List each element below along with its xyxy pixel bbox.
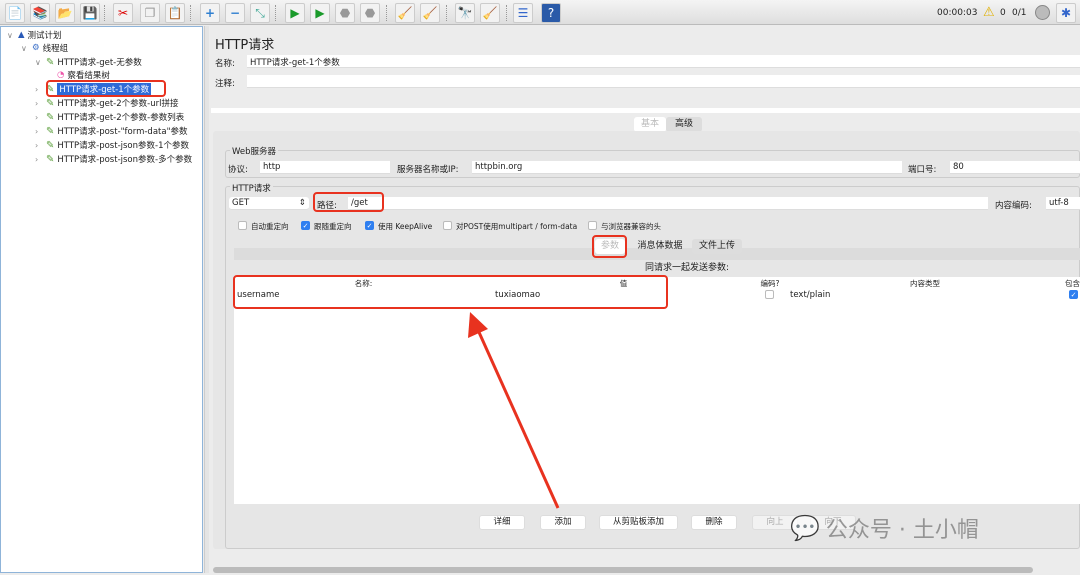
- wechat-icon: 💬: [790, 514, 820, 542]
- add-from-clipboard-button[interactable]: 从剪贴板添加: [599, 515, 678, 530]
- horizontal-scrollbar[interactable]: [213, 567, 1033, 573]
- add-button[interactable]: 添加: [540, 515, 586, 530]
- delete-button[interactable]: 删除: [691, 515, 737, 530]
- detail-button[interactable]: 详细: [479, 515, 525, 530]
- watermark: 💬 公众号 · 土小帽: [790, 514, 979, 543]
- annotation-arrow: [468, 312, 560, 509]
